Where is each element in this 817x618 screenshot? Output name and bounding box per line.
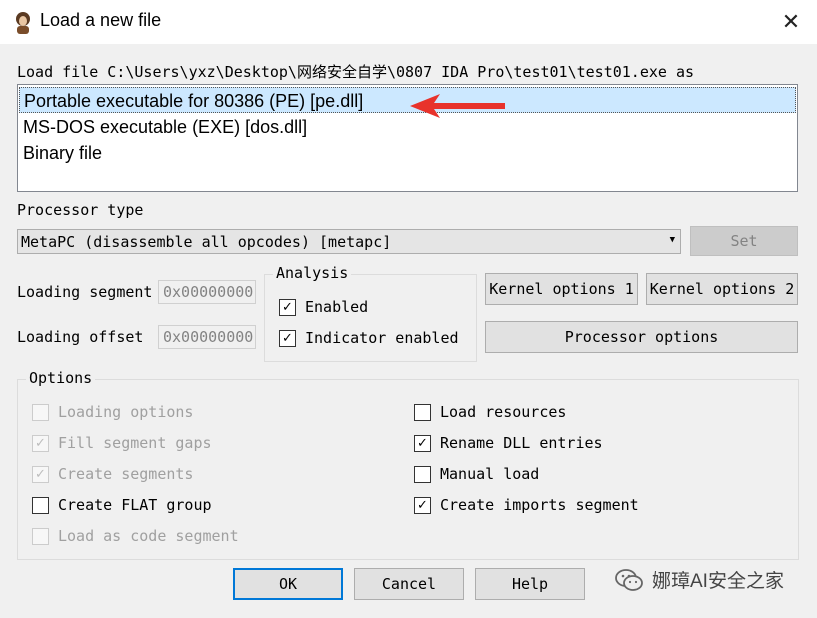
loading-segment-label: Loading segment <box>17 283 153 301</box>
loading-options-checkbox[interactable] <box>32 403 49 421</box>
ok-button[interactable]: OK <box>233 568 343 600</box>
dropdown-arrow-icon: ▼ <box>669 235 675 245</box>
loading-options-label: Loading options <box>58 403 194 421</box>
analysis-group <box>264 274 477 362</box>
rename-dll-entries-label: Rename DLL entries <box>440 434 603 452</box>
load-file-label: Load file C:\Users\yxz\Desktop\网络安全自学\08… <box>17 63 695 81</box>
load-resources-checkbox[interactable] <box>414 403 431 421</box>
kernel-options-1-button[interactable]: Kernel options 1 <box>485 273 638 305</box>
set-button[interactable]: Set <box>690 226 798 256</box>
cancel-button[interactable]: Cancel <box>354 568 464 600</box>
create-segments-row[interactable]: ✓ Create segments <box>32 465 193 483</box>
load-resources-row[interactable]: Load resources <box>414 403 566 421</box>
create-imports-segment-checkbox[interactable]: ✓ <box>414 496 431 514</box>
create-segments-label: Create segments <box>58 465 194 483</box>
help-button[interactable]: Help <box>475 568 585 600</box>
window-title: Load a new file <box>40 10 162 30</box>
processor-type-select[interactable]: MetaPC (disassemble all opcodes) [metapc… <box>17 229 681 254</box>
rename-dll-entries-row[interactable]: ✓ Rename DLL entries <box>414 434 603 452</box>
processor-type-label: Processor type <box>17 201 144 219</box>
load-as-code-segment-checkbox[interactable] <box>32 527 49 545</box>
enabled-checkbox-row[interactable]: ✓ Enabled <box>279 298 368 316</box>
wechat-icon <box>615 568 643 591</box>
create-segments-checkbox[interactable]: ✓ <box>32 465 49 483</box>
manual-load-checkbox[interactable] <box>414 465 431 483</box>
load-as-code-segment-row[interactable]: Load as code segment <box>32 527 239 545</box>
load-as-code-segment-label: Load as code segment <box>58 527 239 545</box>
create-flat-group-label: Create FLAT group <box>58 496 212 514</box>
red-arrow-icon <box>410 94 505 118</box>
manual-load-row[interactable]: Manual load <box>414 465 539 483</box>
create-imports-segment-label: Create imports segment <box>440 496 639 514</box>
watermark-text: 娜璋AI安全之家 <box>652 571 784 592</box>
indicator-enabled-label: Indicator enabled <box>305 329 459 347</box>
manual-load-label: Manual load <box>440 465 540 483</box>
loading-options-row[interactable]: Loading options <box>32 403 193 421</box>
close-icon[interactable]: ✕ <box>774 6 808 38</box>
ida-icon <box>11 10 35 34</box>
create-flat-group-checkbox[interactable] <box>32 496 49 514</box>
list-item[interactable]: Binary file <box>19 140 796 166</box>
processor-options-button[interactable]: Processor options <box>485 321 798 353</box>
load-resources-label: Load resources <box>440 403 567 421</box>
enabled-checkbox[interactable]: ✓ <box>279 298 296 316</box>
enabled-label: Enabled <box>305 298 369 316</box>
analysis-group-title: Analysis <box>273 264 352 282</box>
list-item[interactable]: Portable executable for 80386 (PE) [pe.d… <box>19 87 796 113</box>
indicator-enabled-checkbox[interactable]: ✓ <box>279 329 296 347</box>
create-flat-group-row[interactable]: Create FLAT group <box>32 496 212 514</box>
rename-dll-entries-checkbox[interactable]: ✓ <box>414 434 431 452</box>
options-group-title: Options <box>26 369 96 387</box>
fill-segment-gaps-checkbox[interactable]: ✓ <box>32 434 49 452</box>
fill-segment-gaps-row[interactable]: ✓ Fill segment gaps <box>32 434 212 452</box>
kernel-options-2-button[interactable]: Kernel options 2 <box>646 273 798 305</box>
watermark: 娜璋AI安全之家 <box>614 566 784 593</box>
fill-segment-gaps-label: Fill segment gaps <box>58 434 212 452</box>
loading-offset-label: Loading offset <box>17 328 144 346</box>
indicator-checkbox-row[interactable]: ✓ Indicator enabled <box>279 329 459 347</box>
loading-offset-field[interactable]: 0x00000000 <box>158 325 256 349</box>
loader-list[interactable]: Portable executable for 80386 (PE) [pe.d… <box>17 84 798 192</box>
create-imports-segment-row[interactable]: ✓ Create imports segment <box>414 496 639 514</box>
loading-segment-field[interactable]: 0x00000000 <box>158 280 256 304</box>
processor-type-value: MetaPC (disassemble all opcodes) [metapc… <box>21 233 392 251</box>
list-item[interactable]: MS-DOS executable (EXE) [dos.dll] <box>19 114 796 140</box>
